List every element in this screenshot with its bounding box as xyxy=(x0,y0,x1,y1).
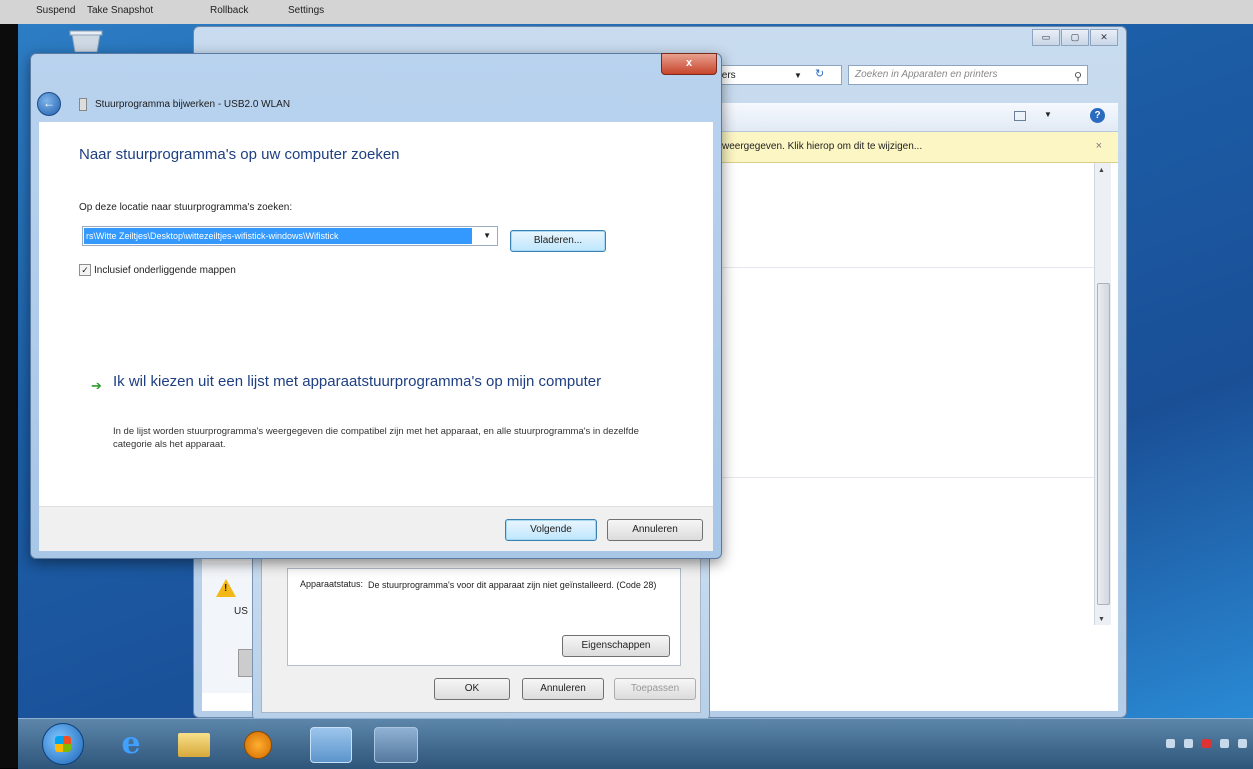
info-bar-close-icon[interactable]: × xyxy=(1096,140,1102,152)
vm-snapshot-menu[interactable]: Take Snapshot xyxy=(87,5,153,16)
device-status-text: De stuurprogramma's voor dit apparaat zi… xyxy=(368,580,657,590)
view-options-icon[interactable] xyxy=(1014,111,1026,121)
properties-button[interactable]: Eigenschappen xyxy=(562,635,670,657)
tray-network-icon[interactable] xyxy=(1184,739,1193,748)
taskbar: e xyxy=(18,718,1253,769)
device-status-box: Apparaatstatus: De stuurprogramma's voor… xyxy=(287,568,681,666)
tray-volume-icon[interactable] xyxy=(1220,739,1229,748)
properties-body: Apparaatstatus: De stuurprogramma's voor… xyxy=(261,555,701,713)
ok-button[interactable]: OK xyxy=(434,678,510,700)
device-status-label: Apparaatstatus: xyxy=(300,579,364,589)
pick-from-list-description: In de lijst worden stuurprogramma's weer… xyxy=(113,426,639,450)
scroll-down-icon[interactable]: ▼ xyxy=(1098,616,1105,623)
close-icon[interactable]: ✕ xyxy=(1090,29,1118,46)
update-driver-dialog: x ← Stuurprogramma bijwerken - USB2.0 WL… xyxy=(30,53,722,559)
minimize-icon[interactable]: ▭ xyxy=(1032,29,1060,46)
dialog-close-button[interactable]: x xyxy=(661,53,717,75)
help-icon[interactable]: ? xyxy=(1090,108,1105,123)
internet-explorer-icon[interactable]: e xyxy=(114,729,148,759)
green-arrow-icon: ➔ xyxy=(91,378,102,393)
vm-rollback-menu[interactable]: Rollback xyxy=(210,5,248,16)
search-input[interactable]: Zoeken in Apparaten en printers ⚲ xyxy=(848,65,1088,85)
back-arrow-icon[interactable]: ← xyxy=(37,92,61,116)
media-player-icon[interactable] xyxy=(244,731,272,759)
scroll-up-icon[interactable]: ▲ xyxy=(1098,167,1105,174)
tray-action-center-icon[interactable] xyxy=(1202,739,1211,748)
driver-path-combobox[interactable]: rs\Witte Zeiltjes\Desktop\wittezeiltjes-… xyxy=(82,226,498,246)
include-subfolders-checkbox[interactable]: ✓ Inclusief onderliggende mappen xyxy=(79,264,236,276)
file-explorer-icon[interactable] xyxy=(178,733,210,757)
device-properties-dialog: Apparaatstatus: De stuurprogramma's voor… xyxy=(252,548,710,720)
dialog-body: Naar stuurprogramma's op uw computer zoe… xyxy=(39,122,713,506)
checkbox-checked-icon[interactable]: ✓ xyxy=(79,264,91,276)
divider xyxy=(714,477,1100,478)
hardware-device-icon xyxy=(79,98,87,111)
vm-suspend-menu[interactable]: Suspend xyxy=(36,5,75,16)
vm-settings-menu[interactable]: Settings xyxy=(288,5,324,16)
device-label: US xyxy=(234,606,248,617)
vm-left-border xyxy=(0,24,18,768)
info-bar-text: weergegeven. Klik hierop om dit te wijzi… xyxy=(722,141,923,152)
location-label: Op deze locatie naar stuurprogramma's zo… xyxy=(79,202,293,213)
vertical-scrollbar[interactable]: ▲ ▼ xyxy=(1094,163,1111,625)
window-caption-buttons: ▭ ▢ ✕ xyxy=(1032,29,1118,46)
properties-cancel-button[interactable]: Annuleren xyxy=(522,678,604,700)
dialog-heading: Naar stuurprogramma's op uw computer zoe… xyxy=(79,146,400,163)
cancel-button[interactable]: Annuleren xyxy=(607,519,703,541)
devices-printers-taskbar-icon[interactable] xyxy=(310,727,352,763)
divider xyxy=(714,267,1100,268)
start-button[interactable] xyxy=(42,723,84,765)
driver-install-taskbar-icon[interactable] xyxy=(374,727,418,763)
driver-path-value[interactable]: rs\Witte Zeiltjes\Desktop\wittezeiltjes-… xyxy=(84,228,472,244)
warning-exclamation: ! xyxy=(224,583,228,594)
dialog-footer: Volgende Annuleren xyxy=(39,506,713,551)
search-icon[interactable]: ⚲ xyxy=(1074,68,1082,86)
dialog-title: Stuurprogramma bijwerken - USB2.0 WLAN xyxy=(95,99,291,110)
tray-arrow-icon[interactable] xyxy=(1166,739,1175,748)
scrollbar-thumb[interactable] xyxy=(1097,283,1110,605)
maximize-icon[interactable]: ▢ xyxy=(1061,29,1089,46)
browse-button[interactable]: Bladeren... xyxy=(510,230,606,252)
recycle-bin-icon[interactable] xyxy=(66,30,106,52)
refresh-icon[interactable]: ↻ xyxy=(815,67,824,80)
system-tray xyxy=(1166,739,1247,748)
apply-button[interactable]: Toepassen xyxy=(614,678,696,700)
tray-power-icon[interactable] xyxy=(1238,739,1247,748)
pick-from-list-link[interactable]: Ik wil kiezen uit een lijst met apparaat… xyxy=(113,372,653,392)
vm-menu-bar: Suspend Take Snapshot Rollback Settings xyxy=(0,0,1253,25)
next-button[interactable]: Volgende xyxy=(505,519,597,541)
address-dropdown-icon[interactable]: ▼ xyxy=(794,71,802,80)
include-subfolders-label: Inclusief onderliggende mappen xyxy=(94,264,236,276)
chevron-down-icon[interactable]: ▼ xyxy=(483,231,491,240)
search-placeholder: Zoeken in Apparaten en printers xyxy=(855,69,998,80)
view-dropdown-icon[interactable]: ▼ xyxy=(1044,110,1052,119)
